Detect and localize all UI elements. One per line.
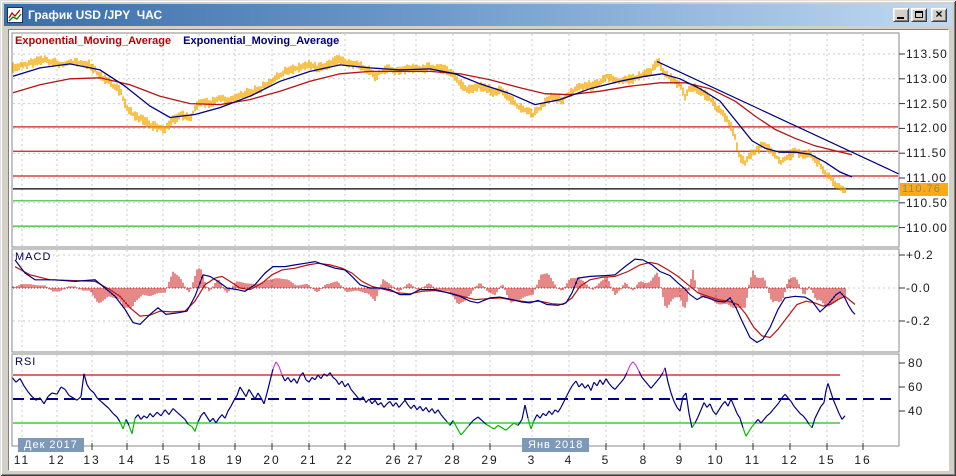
date-label: 13 [83, 453, 101, 467]
date-label: 21 [300, 453, 318, 467]
date-label: 20 [263, 453, 281, 467]
price-axis-label: 113.00 [906, 71, 948, 86]
macd-axis-label: +0.2 [906, 248, 934, 262]
macd-axis-label: -0.0 [906, 281, 931, 295]
date-label: 11 [13, 453, 31, 467]
month-badge-dec-2017: Дек 2017 [18, 438, 84, 452]
date-label: 12 [48, 453, 66, 467]
date-label: 18 [190, 453, 208, 467]
date-label: 27 [407, 453, 425, 467]
rsi-panel-label: RSI [15, 356, 37, 368]
rsi-axis-label: 80 [908, 356, 924, 370]
chart-canvas[interactable] [0, 0, 956, 476]
date-label: 11 [744, 453, 762, 467]
date-label: 10 [707, 453, 725, 467]
price-axis-label: 112.00 [906, 121, 948, 136]
date-label: 29 [481, 453, 499, 467]
legend-ema-blue: Exponential_Moving_Average [183, 35, 340, 47]
price-axis-label: 111.50 [906, 146, 947, 161]
date-label: 19 [226, 453, 244, 467]
price-axis-label: 111.00 [906, 171, 947, 185]
date-label: 15 [818, 453, 836, 467]
macd-panel-label: MACD [15, 251, 52, 263]
indicator-legend: Exponential_Moving_Average Exponential_M… [15, 35, 339, 47]
price-axis-label: 110.50 [906, 195, 948, 210]
date-label: 5 [601, 453, 611, 467]
date-label: 22 [336, 453, 354, 467]
month-badge-jan-2018: Янв 2018 [522, 438, 590, 452]
date-label: 9 [675, 453, 685, 467]
date-label: 4 [564, 453, 574, 467]
date-label: 14 [118, 453, 136, 467]
date-label: 16 [854, 453, 872, 467]
date-label: 28 [444, 453, 462, 467]
date-label: 12 [781, 453, 799, 467]
price-axis-label: 112.50 [906, 96, 948, 111]
price-axis-label: 113.50 [906, 47, 948, 61]
rsi-axis-label: 40 [908, 404, 924, 418]
macd-axis-label: -0.2 [906, 314, 931, 328]
rsi-axis-label: 60 [908, 380, 924, 394]
legend-ema-red: Exponential_Moving_Average [15, 35, 172, 47]
date-label: 8 [639, 453, 649, 467]
app-window: График USD /JPY ЧАС × Exponential_Moving… [0, 0, 956, 476]
date-label: 3 [527, 453, 537, 467]
date-label: 15 [154, 453, 172, 467]
price-axis-label: 110.00 [906, 220, 948, 235]
